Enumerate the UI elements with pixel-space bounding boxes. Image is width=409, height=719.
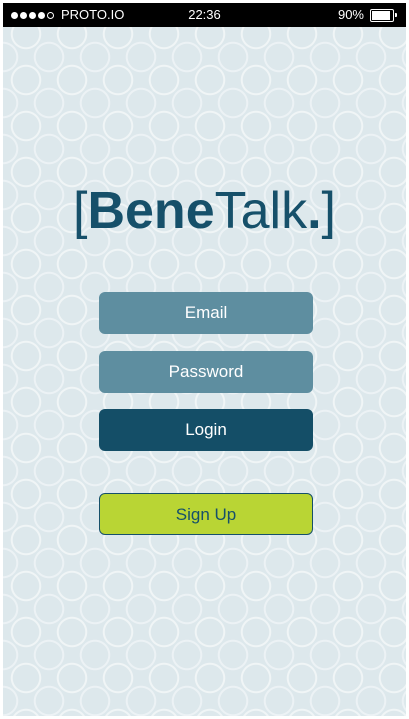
logo-close-bracket: ]	[321, 182, 336, 240]
status-bar: PROTO.IO 22:36 90%	[3, 3, 406, 27]
battery-fill	[372, 10, 390, 20]
battery-percent: 90%	[337, 7, 364, 22]
password-field[interactable]: Password	[99, 351, 313, 393]
logo-light-text: Talk	[214, 182, 308, 240]
status-right: 90%	[337, 3, 397, 27]
battery-icon	[370, 8, 397, 22]
sign-up-button[interactable]: Sign Up	[99, 493, 313, 535]
app-screen: PROTO.IO 22:36 90% [BeneTalk.] Email Pas…	[3, 3, 406, 716]
logo-open-bracket: [	[73, 182, 88, 240]
logo-dot: .	[307, 182, 322, 240]
login-button[interactable]: Login	[99, 409, 313, 451]
email-field[interactable]: Email	[99, 292, 313, 334]
battery-tip	[395, 12, 397, 17]
benetalk-logo: [BeneTalk.]	[3, 179, 406, 243]
logo-bold-text: Bene	[87, 182, 215, 240]
